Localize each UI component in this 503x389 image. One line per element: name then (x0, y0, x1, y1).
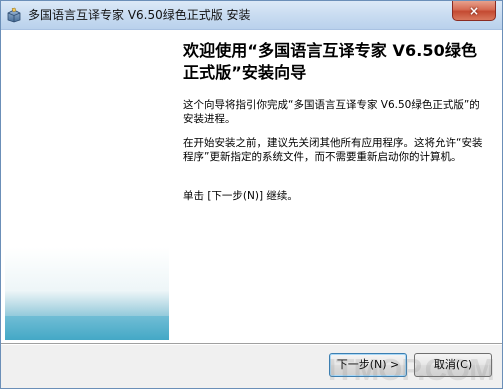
close-apps-text: 在开始安装之前，建议先关闭其他所有应用程序。这将允许“安装程序”更新指定的系统文… (183, 137, 483, 163)
cancel-button[interactable]: 取消(C) (414, 353, 492, 377)
intro-text: 这个向导将指引你完成“多国语言互译专家 V6.50绿色正式版”的安装进程。 (183, 99, 480, 125)
sidebar-stripe (5, 316, 169, 340)
window-title: 多国语言互译专家 V6.50绿色正式版 安装 (28, 8, 251, 22)
continue-instruction: 单击 [下一步(N)] 继续。 (183, 190, 298, 202)
installer-window: 多国语言互译专家 V6.50绿色正式版 安装 × 欢迎使用“多国语言互译专家 V… (0, 0, 503, 389)
close-icon: × (468, 3, 480, 18)
wizard-main-panel: 欢迎使用“多国语言互译专家 V6.50绿色正式版”安装向导 这个向导将指引你完成… (183, 40, 489, 320)
next-button[interactable]: 下一步(N) > (329, 353, 407, 377)
sidebar-banner (5, 30, 169, 340)
title-bar: 多国语言互译专家 V6.50绿色正式版 安装 × (1, 1, 502, 30)
close-button[interactable]: × (452, 1, 496, 21)
welcome-heading: 欢迎使用“多国语言互译专家 V6.50绿色正式版”安装向导 (183, 41, 478, 82)
installer-box-icon (7, 7, 21, 23)
